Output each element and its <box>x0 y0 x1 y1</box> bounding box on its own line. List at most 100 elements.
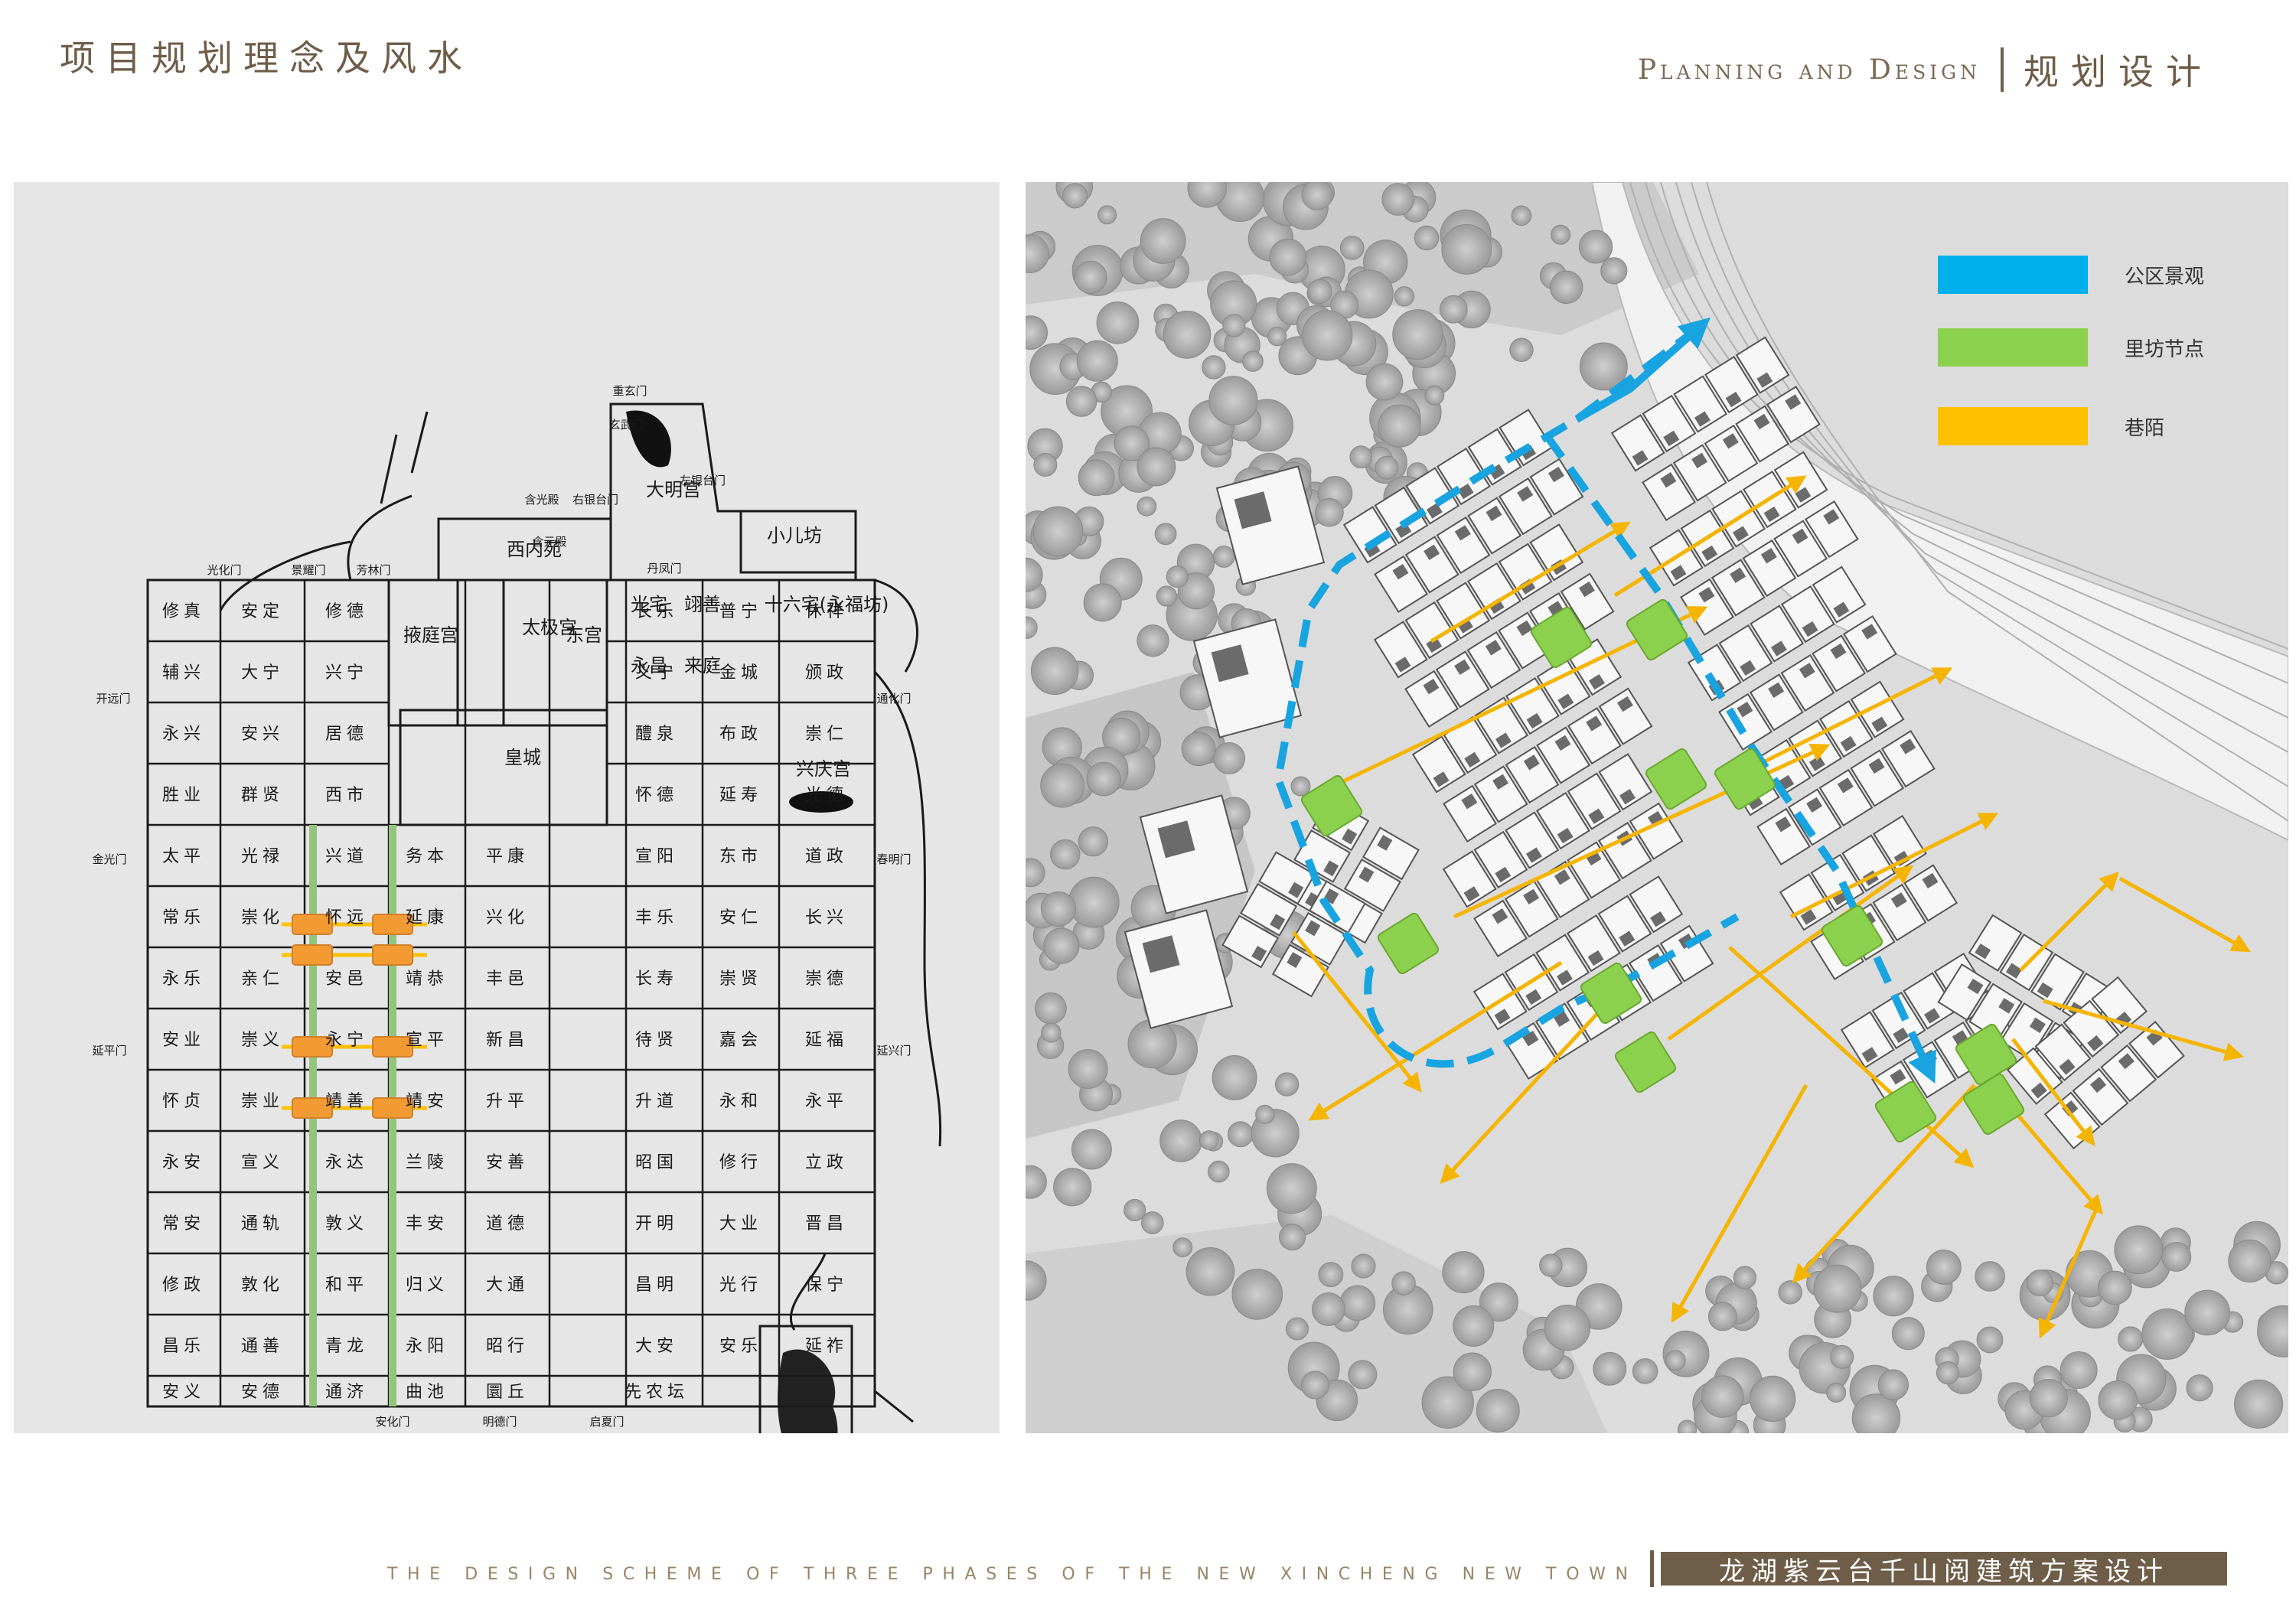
tree <box>1439 295 1468 324</box>
tree <box>1030 647 1079 696</box>
tree <box>1213 742 1245 774</box>
tree <box>1665 1350 1686 1371</box>
ward-label: 保宁 <box>805 1276 848 1295</box>
ward-label: 辅兴 <box>162 663 205 683</box>
tree <box>2234 1379 2284 1429</box>
gate-label: 明德门 <box>482 1415 517 1429</box>
gate-label: 延兴门 <box>876 1044 911 1058</box>
ward-label: 道政 <box>805 847 848 866</box>
tree <box>1926 1249 1962 1285</box>
ward-label: 大通 <box>486 1276 529 1295</box>
tree <box>1539 1253 1563 1277</box>
gate-label: 延平门 <box>92 1044 126 1058</box>
tree <box>1301 182 1333 210</box>
palace-label: 小儿坊 <box>767 525 822 546</box>
ward-label: 敦化 <box>241 1276 284 1295</box>
gate-label: 景耀门 <box>291 563 325 577</box>
tree <box>1186 1247 1235 1296</box>
ward-label: 大宁 <box>241 663 284 683</box>
tree <box>1266 1163 1317 1214</box>
tree <box>2228 1239 2272 1283</box>
ward-label: 颁政 <box>805 663 848 683</box>
ward-label: 丰乐 <box>635 908 678 927</box>
ward-label: 修真 <box>162 602 205 621</box>
ward-label: 升平 <box>486 1092 529 1111</box>
tree <box>1269 238 1307 276</box>
ancient-city-map: 修真 安定 修德 长乐 普宁 休祥 辅兴 大宁 兴宁 义宁 金城 颁政 永兴 安兴 居德 醴泉 布政 崇仁 胜业 群贤… <box>14 182 1000 1433</box>
ward-label: 晋昌 <box>805 1214 848 1234</box>
tree <box>1593 1351 1627 1386</box>
ward-label: 宣阳 <box>635 847 678 866</box>
ward-label: 靖恭 <box>406 970 448 989</box>
ward-label: 和平 <box>325 1276 368 1295</box>
palace-label: 十六宅(永福坊) <box>765 594 889 615</box>
ward-label: 长兴 <box>805 908 848 927</box>
tree <box>1826 1382 1847 1403</box>
tree <box>2118 1326 2144 1352</box>
ward-label: 先农坛 <box>625 1383 689 1402</box>
ward-label: 常安 <box>162 1214 205 1234</box>
tree <box>2161 1241 2192 1272</box>
ancient-lane-node <box>372 944 413 966</box>
ward-label: 永安 <box>162 1153 205 1172</box>
ward-label: 永达 <box>325 1153 368 1172</box>
tree <box>1749 1375 1796 1423</box>
footer-divider <box>1650 1550 1654 1587</box>
gate-label: 丹凤门 <box>647 562 681 575</box>
legend-label: 巷陌 <box>2125 416 2165 440</box>
ward-label: 安业 <box>162 1031 205 1050</box>
tree <box>1053 1168 1092 1207</box>
tree <box>1315 497 1344 527</box>
ward-label: 布政 <box>719 725 762 744</box>
ward-label: 昌乐 <box>162 1337 205 1356</box>
ward-label: 务本 <box>406 847 448 866</box>
legend-item-ward-node: 里坊节点 <box>1938 328 2204 367</box>
tree <box>1074 260 1107 294</box>
ward-label: 永和 <box>719 1092 762 1111</box>
tree <box>1351 1253 1376 1279</box>
tree <box>1701 1375 1744 1418</box>
tree <box>1076 340 1118 382</box>
footer-english-title: THE DESIGN SCHEME OF THREE PHASES OF THE… <box>387 1565 1638 1584</box>
tree <box>1424 385 1445 406</box>
tree <box>1476 1389 1520 1432</box>
page-title: 项目规划理念及风水 <box>60 37 473 79</box>
palace-label: 兴庆宫 <box>796 758 851 780</box>
legend-label: 里坊节点 <box>2125 337 2205 361</box>
ward-label: 昌明 <box>635 1276 678 1295</box>
legend-item-lane: 巷陌 <box>1938 407 2164 445</box>
ward-label: 延福 <box>805 1031 848 1050</box>
legend-item-public-landscape: 公区景观 <box>1938 256 2204 294</box>
ward-label: 安德 <box>241 1383 284 1402</box>
ward-label: 安乐 <box>719 1337 762 1356</box>
tree <box>1976 1326 2004 1354</box>
ward-label: 修行 <box>719 1153 762 1172</box>
ward-label: 长寿 <box>635 970 678 989</box>
tree <box>1124 1198 1146 1222</box>
tree <box>1068 876 1120 928</box>
tree <box>1043 927 1080 964</box>
palace-city <box>387 578 608 727</box>
section-title-en: Planning and Design <box>1637 54 1981 86</box>
ward-label: 常乐 <box>162 908 205 927</box>
tree <box>1154 523 1177 546</box>
ward-label: 怀德 <box>635 786 678 805</box>
tree <box>1140 218 1186 264</box>
palace-label: 皇城 <box>504 747 541 768</box>
tree <box>1381 183 1415 216</box>
tree <box>2098 1270 2132 1305</box>
ward-label: 升道 <box>635 1092 678 1111</box>
tree <box>1392 309 1443 360</box>
tree <box>1544 1305 1591 1351</box>
ward-label: 光德 <box>805 786 848 805</box>
ward-label: 靖安 <box>406 1092 448 1111</box>
tree <box>1311 1292 1345 1326</box>
ward-label: 兴化 <box>486 908 529 927</box>
ward-label: 安善 <box>486 1153 529 1172</box>
ward-label: 安仁 <box>719 908 762 927</box>
tree <box>1600 257 1628 285</box>
palace-label: 掖庭宫 <box>403 624 458 646</box>
ward-label: 亲仁 <box>241 970 284 989</box>
tree <box>1163 310 1212 359</box>
ward-label: 安邑 <box>325 970 368 989</box>
